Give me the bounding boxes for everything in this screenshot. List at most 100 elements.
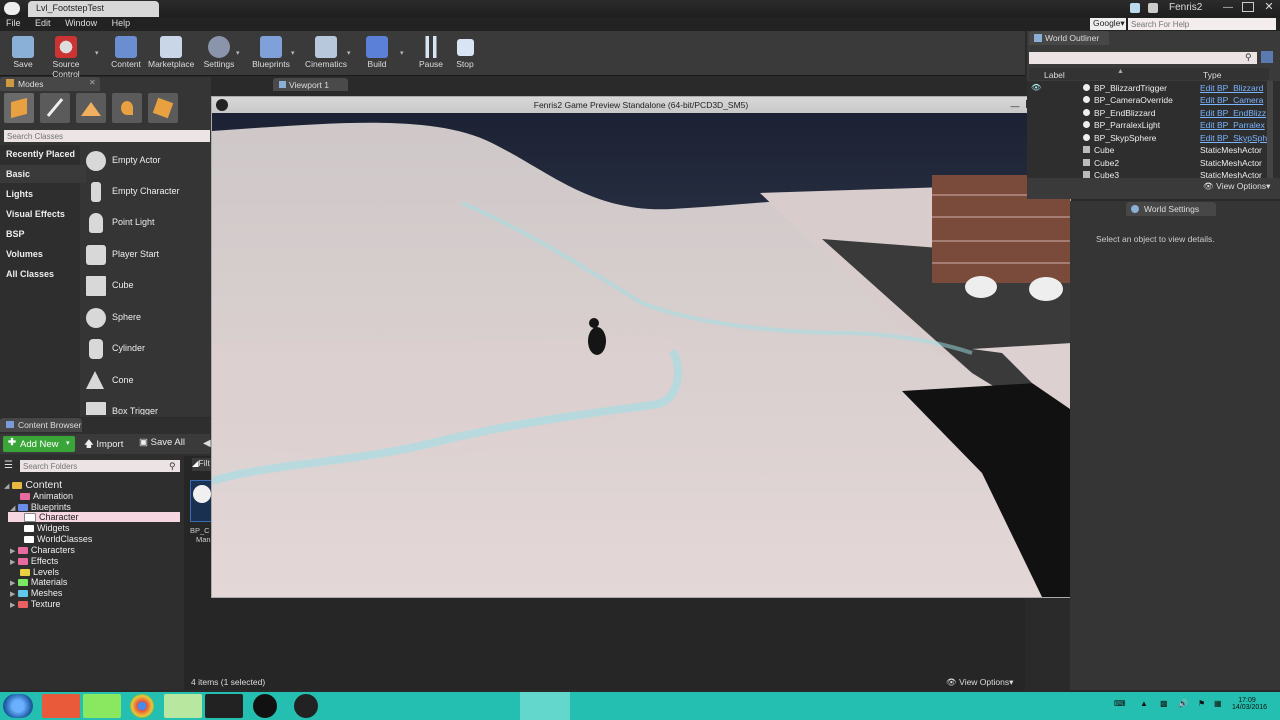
- outliner-row[interactable]: Cube2 StaticMeshActor: [1083, 158, 1273, 168]
- add-new-button[interactable]: ✚ Add New ▾: [3, 436, 75, 452]
- tree-item-characters[interactable]: ▶ Characters: [10, 545, 75, 555]
- tree-item-blueprints[interactable]: ◢ Blueprints: [10, 502, 71, 512]
- game-minimize-button[interactable]: —: [1008, 98, 1022, 111]
- outliner-row[interactable]: BP_SkypSphere Edit BP_SkypSph: [1083, 133, 1273, 143]
- menu-file[interactable]: File: [0, 17, 27, 29]
- menu-help[interactable]: Help: [106, 17, 137, 29]
- tree-item-meshes[interactable]: ▶ Meshes: [10, 588, 62, 598]
- clock[interactable]: 17:09 14/03/2016: [1232, 697, 1267, 711]
- search-folders-input[interactable]: [20, 460, 180, 472]
- outliner-row[interactable]: Cube StaticMeshActor: [1083, 145, 1273, 155]
- tree-item-texture[interactable]: ▶ Texture: [10, 599, 60, 609]
- world-settings-tab[interactable]: World Settings: [1126, 202, 1216, 216]
- outliner-search-input[interactable]: [1029, 52, 1257, 64]
- view-list-icon[interactable]: ☰: [4, 460, 18, 472]
- row-type-link[interactable]: Edit BP_Blizzard: [1200, 83, 1263, 93]
- source-control-dropdown[interactable]: ▾: [95, 49, 101, 57]
- level-tab[interactable]: Lvl_FootstepTest: [28, 1, 159, 17]
- notification-icon[interactable]: [1130, 3, 1140, 13]
- place-mode-icon[interactable]: [4, 93, 34, 123]
- content-browser-tab[interactable]: Content Browser: [0, 418, 82, 432]
- marketplace-button[interactable]: Marketplace: [148, 34, 194, 74]
- tree-item-effects[interactable]: ▶ Effects: [10, 556, 58, 566]
- chrome-icon[interactable]: [130, 694, 154, 718]
- epic-launcher-icon[interactable]: [205, 694, 243, 718]
- row-type-link[interactable]: Edit BP_Parralex: [1200, 120, 1265, 130]
- obs-icon[interactable]: [294, 694, 318, 718]
- tree-item-character[interactable]: Character: [8, 512, 180, 523]
- search-provider-select[interactable]: Google▾: [1090, 18, 1126, 30]
- place-item-box-trigger[interactable]: Box Trigger: [84, 398, 210, 415]
- world-outliner-tab[interactable]: World Outliner: [1029, 31, 1109, 45]
- start-button[interactable]: [3, 694, 33, 718]
- outliner-settings-icon[interactable]: [1261, 51, 1273, 63]
- tree-item-widgets[interactable]: Widgets: [24, 523, 70, 533]
- outliner-row[interactable]: BP_CameraOverride Edit BP_Camera: [1083, 95, 1273, 105]
- minimize-button[interactable]: —: [1222, 2, 1234, 13]
- outliner-row[interactable]: Cube3 StaticMeshActor: [1083, 170, 1273, 178]
- taskbar-app-4[interactable]: [164, 694, 202, 718]
- collapse-sources-arrow[interactable]: ◀: [203, 438, 211, 449]
- blueprints-button[interactable]: Blueprints: [248, 34, 294, 74]
- blueprints-dropdown[interactable]: ▾: [291, 49, 297, 57]
- unreal-editor-icon[interactable]: [253, 694, 277, 718]
- outliner-scrollbar[interactable]: [1267, 81, 1273, 178]
- place-item-cone[interactable]: Cone: [84, 367, 210, 395]
- settings-dropdown[interactable]: ▾: [236, 49, 242, 57]
- taskbar-app-1[interactable]: [42, 694, 80, 718]
- tree-item-materials[interactable]: ▶ Materials: [10, 577, 67, 587]
- outliner-row[interactable]: BP_ParralexLight Edit BP_Parralex: [1083, 120, 1273, 130]
- viewport-tab[interactable]: Viewport 1: [273, 78, 348, 91]
- build-dropdown[interactable]: ▾: [400, 49, 406, 57]
- build-button[interactable]: Build: [354, 34, 400, 74]
- cinematics-button[interactable]: Cinematics: [303, 34, 349, 74]
- battery-icon[interactable]: ▦: [1214, 699, 1222, 708]
- volume-icon[interactable]: 🔊: [1178, 699, 1188, 708]
- geometry-mode-icon[interactable]: [148, 93, 178, 123]
- landscape-mode-icon[interactable]: [76, 93, 106, 123]
- taskbar-app-2[interactable]: [83, 694, 121, 718]
- modes-tab[interactable]: Modes ✕: [0, 77, 100, 91]
- place-item-empty-actor[interactable]: Empty Actor: [84, 147, 210, 175]
- cb-view-options-button[interactable]: 👁 View Options▾: [946, 677, 1013, 688]
- row-type-link[interactable]: Edit BP_Camera: [1200, 95, 1263, 105]
- community-icon[interactable]: [1148, 3, 1158, 13]
- menu-window[interactable]: Window: [59, 17, 103, 29]
- place-item-empty-character[interactable]: Empty Character: [84, 178, 210, 206]
- network-icon[interactable]: ▩: [1160, 699, 1168, 708]
- place-item-sphere[interactable]: Sphere: [84, 304, 210, 332]
- row-type-link[interactable]: Edit BP_EndBlizz: [1200, 108, 1266, 118]
- col-label-header[interactable]: Label: [1044, 70, 1065, 80]
- menu-edit[interactable]: Edit: [29, 17, 57, 29]
- cinematics-dropdown[interactable]: ▾: [347, 49, 353, 57]
- tree-item-levels[interactable]: Levels: [20, 567, 59, 577]
- import-button[interactable]: 🡅 Import: [84, 437, 132, 451]
- modes-tab-close[interactable]: ✕: [89, 78, 96, 87]
- paint-mode-icon[interactable]: [40, 93, 70, 123]
- content-button[interactable]: Content: [103, 34, 149, 74]
- place-item-player-start[interactable]: Player Start: [84, 241, 210, 269]
- place-item-cylinder[interactable]: Cylinder: [84, 335, 210, 363]
- flag-icon[interactable]: ⚑: [1198, 699, 1205, 708]
- keyboard-icon[interactable]: ⌨: [1114, 699, 1126, 708]
- outliner-row[interactable]: BP_BlizzardTrigger Edit BP_Blizzard: [1083, 83, 1273, 93]
- visibility-eye-icon[interactable]: 👁: [1031, 83, 1041, 92]
- row-type-link[interactable]: Edit BP_SkypSph: [1200, 133, 1267, 143]
- place-item-cube[interactable]: Cube: [84, 272, 210, 300]
- place-item-point-light[interactable]: Point Light: [84, 209, 210, 237]
- save-all-button[interactable]: ▣ Save All: [139, 437, 199, 451]
- stop-button[interactable]: Stop: [442, 34, 488, 74]
- outliner-view-options-button[interactable]: 👁 View Options▾: [1203, 181, 1270, 192]
- foliage-mode-icon[interactable]: [112, 93, 142, 123]
- col-type-header[interactable]: Type: [1203, 70, 1221, 80]
- tree-item-worldclasses[interactable]: WorldClasses: [24, 534, 92, 544]
- outliner-row[interactable]: BP_EndBlizzard Edit BP_EndBlizz: [1083, 108, 1273, 118]
- maximize-button[interactable]: [1242, 2, 1254, 12]
- game-scene[interactable]: [212, 113, 1070, 597]
- close-button[interactable]: ✕: [1262, 0, 1276, 13]
- tree-item-content[interactable]: ◢ Content: [4, 479, 62, 491]
- source-control-button[interactable]: Source Control: [38, 34, 94, 79]
- help-search-input[interactable]: [1128, 18, 1276, 30]
- tray-arrow-icon[interactable]: ▲: [1140, 699, 1148, 708]
- tree-item-animation[interactable]: Animation: [20, 491, 73, 501]
